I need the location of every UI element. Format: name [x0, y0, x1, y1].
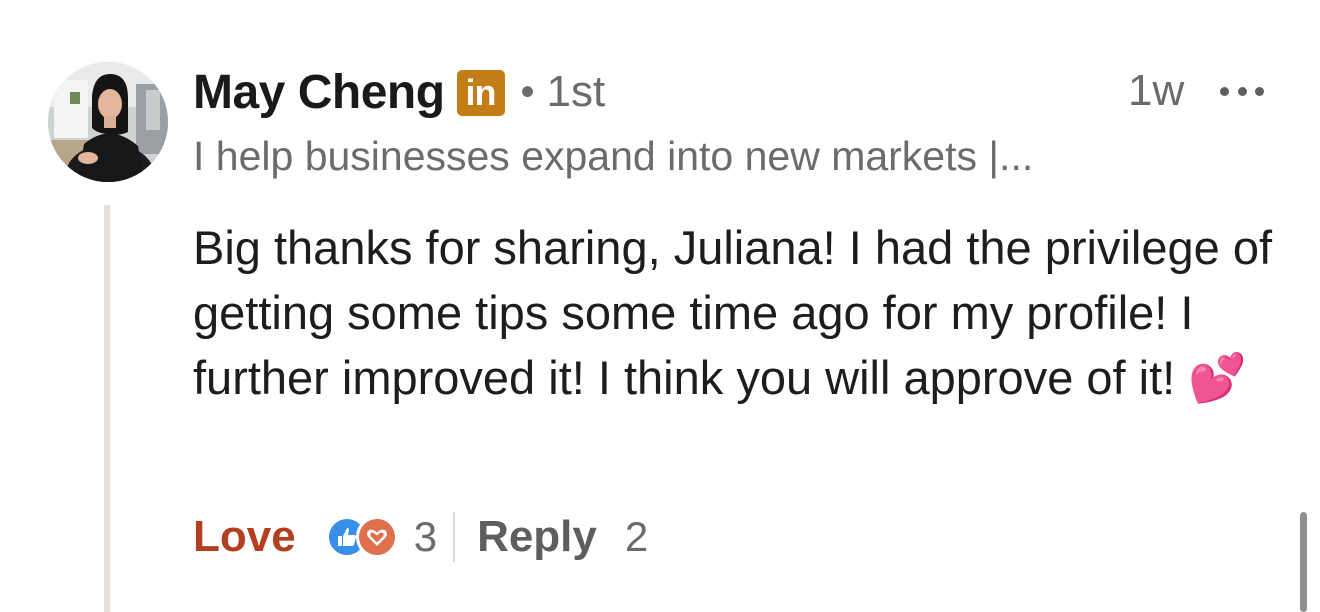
avatar[interactable]: [48, 62, 168, 182]
author-name[interactable]: May Cheng: [193, 65, 445, 120]
comment-timestamp: 1w: [1128, 66, 1185, 115]
comment-text: Big thanks for sharing, Juliana! I had t…: [193, 221, 1273, 404]
reaction-count[interactable]: 3: [414, 513, 437, 561]
comment-header: May Cheng in • 1st: [193, 62, 605, 122]
love-icon: [355, 516, 398, 558]
connection-degree: 1st: [546, 67, 606, 116]
scrollbar[interactable]: [1300, 512, 1307, 612]
more-icon-dot: [1220, 86, 1229, 96]
more-icon-dot: [1255, 86, 1264, 96]
author-headline[interactable]: I help businesses expand into new market…: [193, 133, 1033, 180]
comment-actions: Love 3 Reply 2: [193, 505, 648, 569]
separator-dot: •: [520, 69, 535, 114]
action-divider: [453, 512, 456, 562]
linkedin-premium-icon: in: [456, 70, 505, 116]
thread-line: [104, 205, 110, 612]
avatar-photo: [48, 62, 168, 182]
reply-button[interactable]: Reply: [477, 512, 597, 562]
more-icon-dot: [1237, 86, 1247, 96]
more-options-button[interactable]: [1220, 80, 1264, 102]
comment-item: May Cheng in • 1st 1w I help businesses …: [0, 0, 1320, 612]
reply-count[interactable]: 2: [625, 513, 648, 561]
reaction-summary[interactable]: [325, 516, 404, 558]
reaction-button[interactable]: Love: [193, 512, 296, 562]
